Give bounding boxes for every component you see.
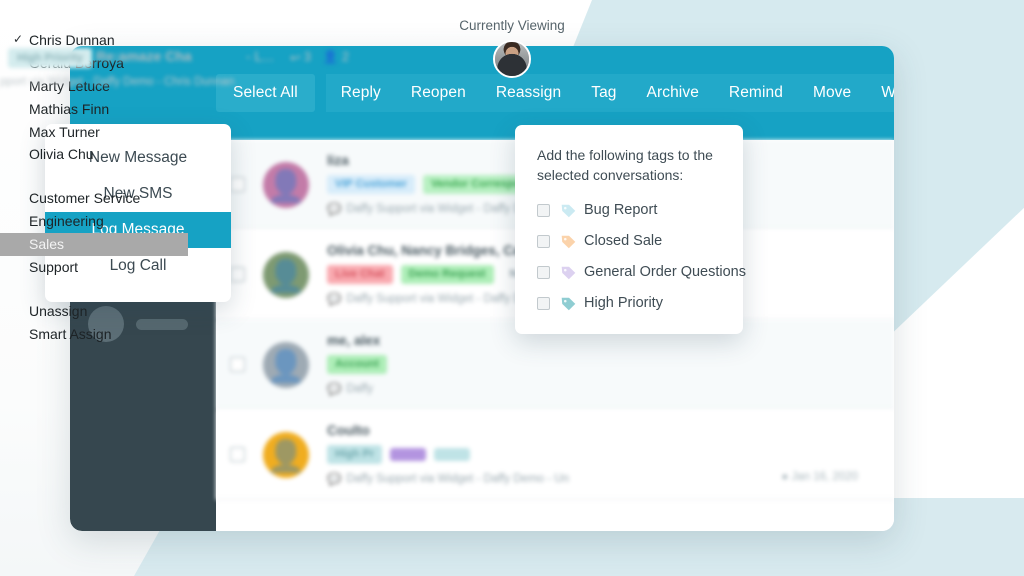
contact-avatar: 👤 <box>263 341 309 388</box>
tag-dialog-title: Add the following tags to the selected c… <box>537 147 713 184</box>
channel-icon: 💬 <box>327 293 342 306</box>
button-label: Select All <box>233 84 298 101</box>
tag-color-swatch <box>560 264 577 281</box>
button-label: Remind <box>728 84 783 101</box>
tag-color-swatch <box>560 202 577 219</box>
tag-icon <box>561 266 576 279</box>
conversation-meta-text: Daffy Support via Widget - Daffy D <box>346 202 522 215</box>
conversation-body: me, alex Account 💬 Daffy <box>327 333 894 396</box>
tag-option[interactable]: Closed Sale <box>537 233 721 250</box>
assign-item-sales[interactable]: Sales <box>0 233 188 257</box>
tag-icon <box>561 204 576 217</box>
conversation-meta-text: Daffy <box>346 382 373 395</box>
avatar-person-icon: 👤 <box>266 168 306 204</box>
button-label: Reply <box>340 84 381 101</box>
row-checkbox[interactable] <box>230 357 245 372</box>
conversation-tag <box>434 447 471 461</box>
screenshot-stage: Select All Reply Reopen Reassign Tag Archive R… <box>0 0 1024 576</box>
row-checkbox[interactable] <box>230 447 245 462</box>
tag-option-list[interactable]: Bug Report Closed Sale General Order Quest… <box>537 202 746 312</box>
conversation-title: me, alex <box>327 333 381 349</box>
reopen-button[interactable]: Reopen <box>395 74 481 112</box>
tag-checkbox[interactable] <box>537 203 550 217</box>
contact-avatar: 👤 <box>263 161 309 208</box>
tag-checkbox[interactable] <box>537 296 550 310</box>
workflows-button[interactable]: Workflows <box>866 74 894 112</box>
conversation-row[interactable]: 👤 Coulto High Pr 💬 Daffy Support via Widget … <box>216 410 894 500</box>
tag-option-label: High Priority <box>584 295 663 312</box>
conversation-meta-text: Daffy Support via Widget - Daffy D <box>346 292 522 305</box>
tag-option[interactable]: Bug Report <box>537 202 721 219</box>
conversation-tag: High Pr <box>327 445 383 464</box>
reassign-button[interactable]: Reassign <box>480 74 577 112</box>
assign-item-olivia-chu[interactable]: Olivia Chu <box>0 143 188 166</box>
avatar-person-icon: 👤 <box>266 438 306 474</box>
assign-item-engineering[interactable]: Engineering <box>0 210 188 233</box>
contact-avatar: 👤 <box>263 251 309 298</box>
assign-item-unassign[interactable]: Unassign <box>0 300 188 323</box>
conversation-tag-list: Account <box>327 355 894 374</box>
bulk-action-toolbar: Select All Reply Reopen Reassign Tag Archive R… <box>216 74 894 112</box>
conversation-title: Coulto <box>327 423 370 439</box>
assign-item-smart-assign[interactable]: Smart Assign <box>0 323 188 346</box>
button-label: Workflows <box>881 84 894 101</box>
assign-item-customer-service[interactable]: Customer Service <box>0 187 188 210</box>
channel-icon: 💬 <box>327 473 342 486</box>
button-label: Reopen <box>410 84 466 101</box>
tag-option-label: Bug Report <box>584 202 658 219</box>
assign-item-max-turner[interactable]: Max Turner <box>0 121 188 144</box>
conversation-tag: VIP Customer <box>327 175 415 194</box>
tag-option[interactable]: High Priority <box>537 295 721 312</box>
tag-icon <box>561 235 576 248</box>
conversation-meta: 💬 Daffy <box>327 382 894 396</box>
assign-item-support[interactable]: Support <box>0 256 188 279</box>
button-label: Archive <box>646 84 699 101</box>
move-button[interactable]: Move <box>797 74 867 112</box>
row-checkbox[interactable] <box>230 267 245 282</box>
conversation-tag: Live Chat <box>327 265 393 284</box>
tag-button[interactable]: Tag <box>576 74 632 112</box>
conversation-date: ● Jan 16, 2020 <box>781 471 858 483</box>
archive-button[interactable]: Archive <box>631 74 714 112</box>
channel-icon: 💬 <box>327 383 342 396</box>
tag-option-label: General Order Questions <box>584 264 746 281</box>
tag-checkbox[interactable] <box>537 234 550 248</box>
button-label: Reassign <box>495 84 562 101</box>
tag-color-swatch <box>560 233 577 250</box>
button-label: Move <box>812 84 852 101</box>
conversation-tag-list: High Pr <box>327 445 894 464</box>
remind-button[interactable]: Remind <box>713 74 798 112</box>
channel-icon: 💬 <box>327 203 342 216</box>
conversation-tag: Demo Request <box>400 265 494 284</box>
assign-item-mathias-finn[interactable]: Mathias Finn <box>0 98 188 121</box>
tag-dialog[interactable]: Add the following tags to the selected c… <box>515 125 746 334</box>
conversation-meta-text: Daffy Support via Widget - Daffy Demo - … <box>346 472 569 485</box>
button-label: Tag <box>591 84 617 101</box>
conversation-tag <box>390 447 427 461</box>
contact-avatar: 👤 <box>263 431 309 478</box>
tag-checkbox[interactable] <box>537 265 550 279</box>
tag-icon <box>561 297 576 310</box>
tag-option[interactable]: General Order Questions <box>537 264 746 281</box>
tag-option-label: Closed Sale <box>584 233 663 250</box>
avatar-person-icon: 👤 <box>266 258 306 294</box>
tag-color-swatch <box>560 295 577 312</box>
conversation-tag: Account <box>327 355 387 374</box>
reply-button[interactable]: Reply <box>325 74 396 112</box>
row-checkbox[interactable] <box>230 177 245 192</box>
avatar-person-icon: 👤 <box>266 348 306 384</box>
